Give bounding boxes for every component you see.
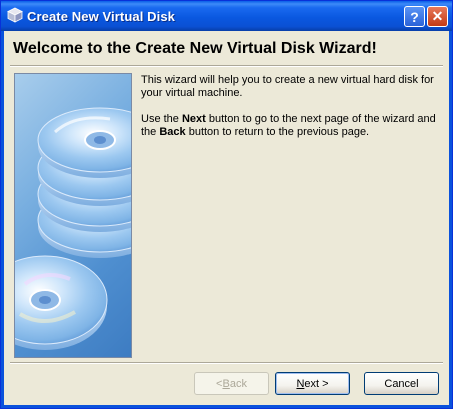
next-hotkey: N xyxy=(296,377,305,390)
instructions-text: button to return to the previous page. xyxy=(185,126,370,138)
wizard-description: This wizard will help you to create a ne… xyxy=(141,74,443,152)
back-button[interactable]: < Back xyxy=(194,372,269,395)
disk-stack-illustration xyxy=(14,73,132,358)
intro-paragraph: This wizard will help you to create a ne… xyxy=(141,74,434,99)
wizard-window: Create New Virtual Disk ? ✕ Welcome to t… xyxy=(0,0,453,409)
instructions-text: Use the xyxy=(141,113,182,125)
next-button[interactable]: Next > xyxy=(275,372,350,395)
next-label: ext > xyxy=(304,377,329,390)
back-hotkey: B xyxy=(222,377,230,390)
virtualbox-cube-icon xyxy=(7,7,23,23)
close-button[interactable]: ✕ xyxy=(427,6,448,27)
cancel-button[interactable]: Cancel xyxy=(364,372,439,395)
header-divider xyxy=(10,65,443,67)
footer-divider xyxy=(10,362,443,364)
help-button[interactable]: ? xyxy=(404,6,425,27)
title-bar[interactable]: Create New Virtual Disk ? ✕ xyxy=(1,1,452,31)
close-icon: ✕ xyxy=(431,8,444,24)
instructions-paragraph: Use the Next button to go to the next pa… xyxy=(141,113,443,139)
dialog-client-area: Welcome to the Create New Virtual Disk W… xyxy=(4,31,449,405)
back-label: ack xyxy=(229,377,247,390)
help-icon: ? xyxy=(410,8,419,25)
disk-stack-icon xyxy=(15,107,131,350)
window-title: Create New Virtual Disk xyxy=(27,9,176,24)
back-keyword: Back xyxy=(159,126,186,138)
next-keyword: Next xyxy=(181,113,206,125)
wizard-heading: Welcome to the Create New Virtual Disk W… xyxy=(13,40,377,57)
